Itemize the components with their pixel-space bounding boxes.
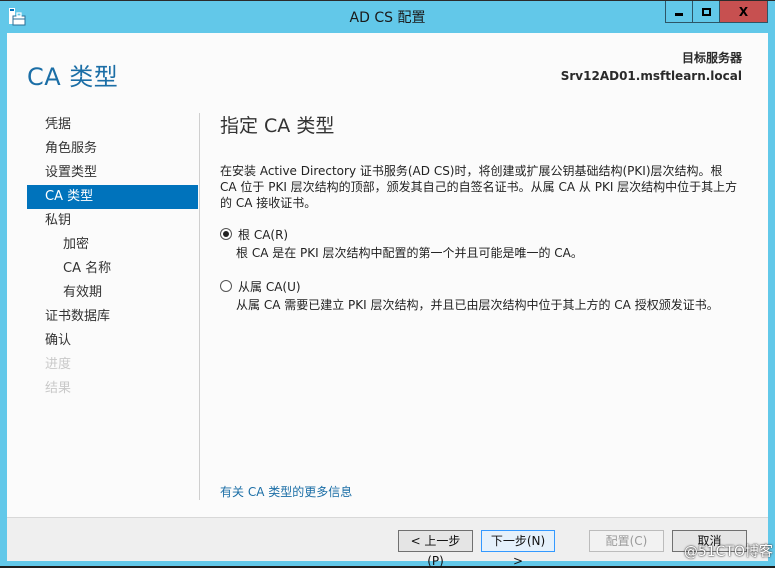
nav-item-results: 结果 [45, 381, 72, 396]
maximize-icon [701, 7, 711, 16]
radio-selected-dot [223, 231, 229, 237]
next-button[interactable]: 下一步(N) > [481, 530, 555, 568]
watermark: @51CTO博客 [683, 544, 773, 560]
target-server-info: 目标服务器 Srv12AD01.msftlearn.local [561, 49, 742, 85]
root-ca-option[interactable]: 根 CA(R) [220, 225, 750, 243]
window-title: AD CS 配置 [349, 10, 426, 26]
maximize-button[interactable] [693, 1, 720, 22]
wizard-client-area: CA 类型 目标服务器 Srv12AD01.msftlearn.local 凭据… [7, 33, 768, 568]
nav-item-ca-type[interactable]: CA 类型 [27, 185, 198, 209]
nav-item-confirmation[interactable]: 确认 [27, 329, 198, 353]
content-panel: 指定 CA 类型 在安装 Active Directory 证书服务(AD CS… [220, 111, 750, 329]
page-title: CA 类型 [27, 63, 119, 91]
root-ca-label[interactable]: 根 CA(R) [238, 226, 288, 243]
more-info-link[interactable]: 有关 CA 类型的更多信息 [220, 483, 352, 500]
target-server-name: Srv12AD01.msftlearn.local [560, 69, 742, 83]
subordinate-ca-radio[interactable] [220, 280, 232, 292]
root-ca-description: 根 CA 是在 PKI 层次结构中配置的第一个并且可能是唯一的 CA。 [236, 246, 583, 260]
wizard-footer: < 上一步(P) 下一步(N) > 配置(C) 取消 [7, 517, 768, 568]
nav-item-role-services[interactable]: 角色服务 [27, 137, 198, 161]
ca-type-description: 在安装 Active Directory 证书服务(AD CS)时，将创建或扩展… [220, 164, 738, 210]
target-server-label: 目标服务器 [681, 51, 742, 65]
subordinate-ca-description: 从属 CA 需要已建立 PKI 层次结构，并且已由层次结构中位于其上方的 CA … [236, 298, 719, 312]
nav-item-cryptography[interactable]: 加密 [27, 233, 198, 257]
title-bar[interactable]: AD CS 配置 X [0, 1, 775, 32]
nav-item-progress: 进度 [45, 357, 72, 372]
minimize-button[interactable] [666, 1, 693, 22]
subordinate-ca-label[interactable]: 从属 CA(U) [238, 278, 301, 295]
configure-button: 配置(C) [589, 530, 664, 552]
close-icon: X [738, 4, 749, 19]
close-button[interactable]: X [720, 1, 767, 22]
nav-item-validity-period[interactable]: 有效期 [27, 281, 198, 305]
nav-item-certificate-database[interactable]: 证书数据库 [27, 305, 198, 329]
ad-cs-configuration-window: AD CS 配置 X CA 类型 目标服务器 Srv12AD01.msftlea… [0, 0, 775, 568]
wizard-nav: 凭据 角色服务 设置类型 CA 类型 私钥 加密 CA 名称 有效期 证书数据库… [27, 113, 198, 401]
previous-button[interactable]: < 上一步(P) [398, 530, 473, 568]
subordinate-ca-option[interactable]: 从属 CA(U) [220, 277, 750, 295]
root-ca-radio[interactable] [220, 228, 232, 240]
nav-item-setup-type[interactable]: 设置类型 [27, 161, 198, 185]
minimize-icon [675, 12, 683, 16]
window-controls: X [665, 1, 768, 23]
nav-item-credentials[interactable]: 凭据 [27, 113, 198, 137]
nav-item-ca-name[interactable]: CA 名称 [27, 257, 198, 281]
nav-item-private-key[interactable]: 私钥 [27, 209, 198, 233]
content-title: 指定 CA 类型 [220, 115, 335, 137]
nav-divider [199, 113, 200, 500]
